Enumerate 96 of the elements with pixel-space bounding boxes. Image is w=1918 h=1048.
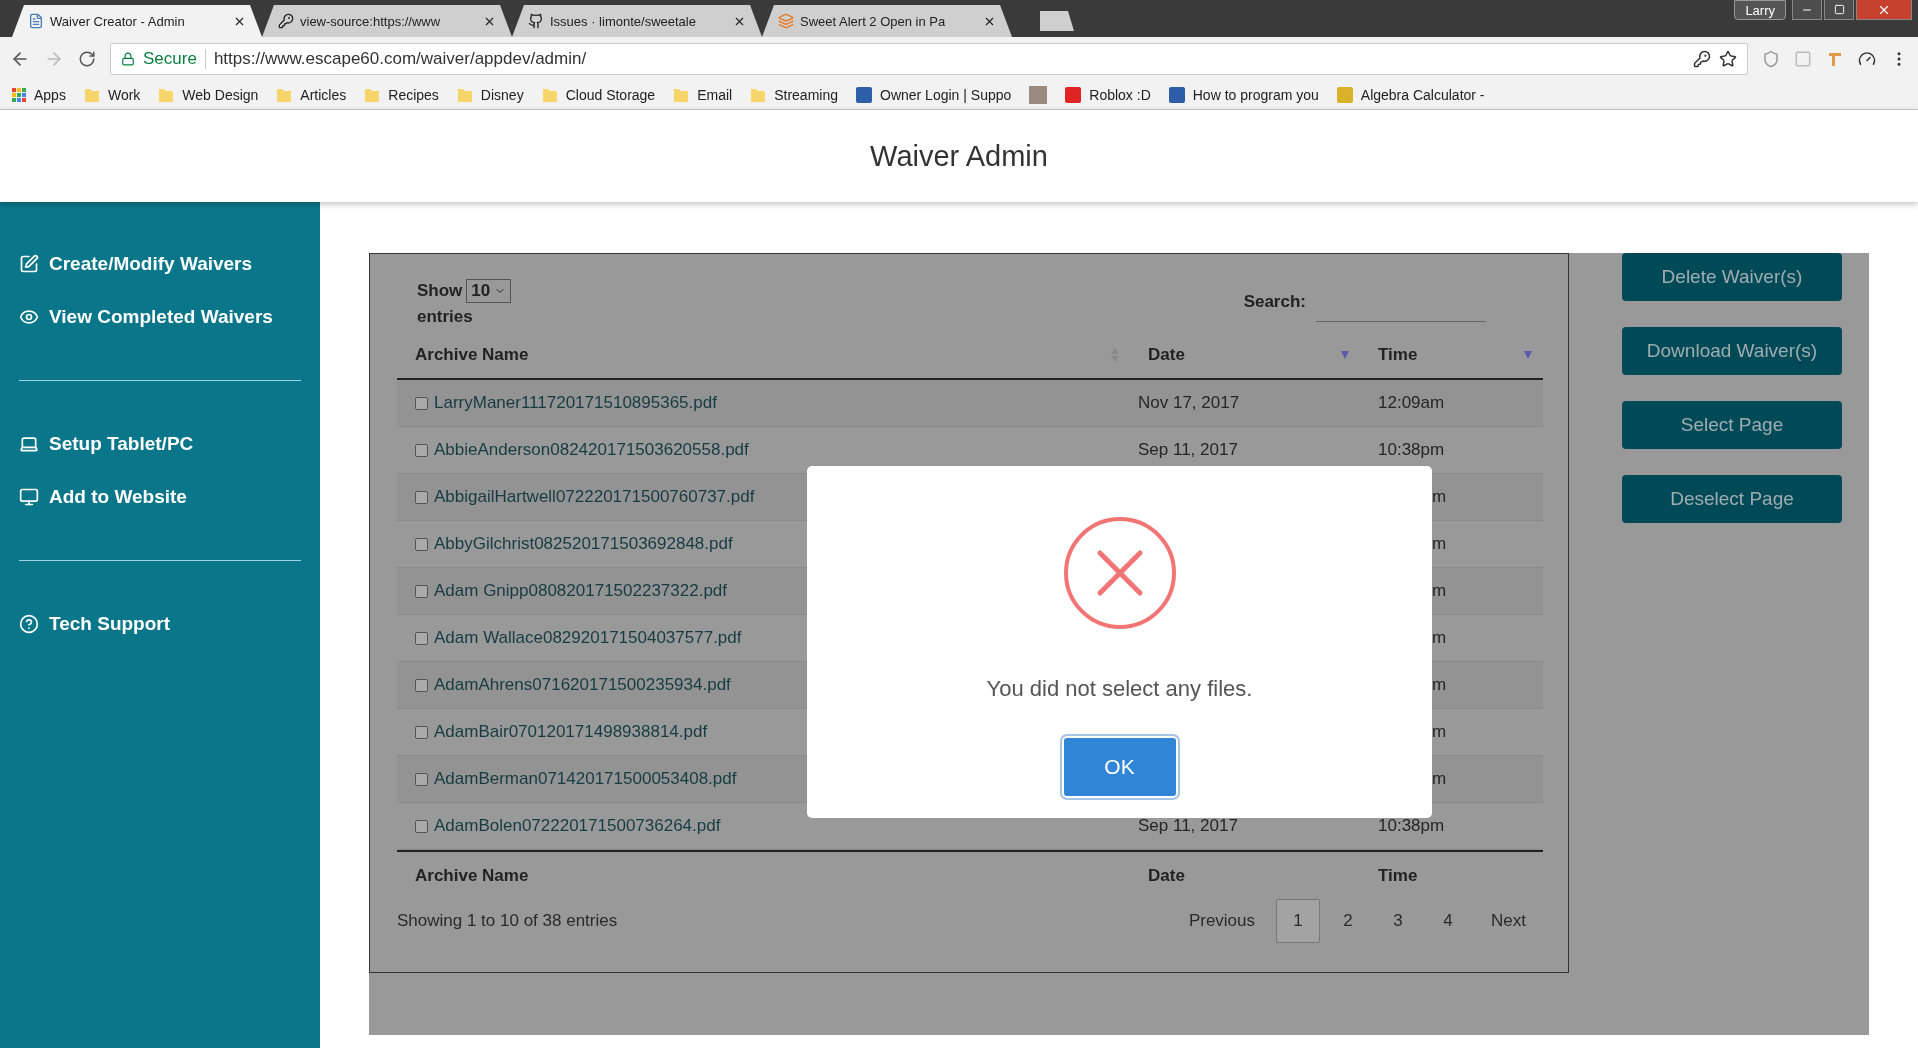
- table-cell: Nov 17, 2017: [1130, 380, 1360, 427]
- browser-tab[interactable]: Issues · limonte/sweetale: [512, 5, 762, 37]
- shield-icon[interactable]: [1762, 49, 1780, 68]
- file-link[interactable]: Adam Gnipp080820171502237322.pdf: [434, 581, 728, 601]
- row-checkbox[interactable]: [415, 819, 428, 833]
- column-footer: Time: [1360, 850, 1543, 899]
- bookmark-item[interactable]: Work: [83, 86, 141, 103]
- browser-tab[interactable]: view-source:https://www: [262, 5, 512, 37]
- row-checkbox[interactable]: [415, 443, 428, 457]
- eye-icon: [19, 307, 39, 327]
- bookmark-item[interactable]: Streaming: [750, 86, 838, 103]
- folder-icon: [541, 86, 558, 103]
- bookmark-item[interactable]: Apps: [12, 86, 66, 103]
- browser-tab[interactable]: Sweet Alert 2 Open in Pa: [762, 5, 1012, 37]
- page-link[interactable]: 4: [1426, 899, 1471, 943]
- file-link[interactable]: AbbyGilchrist082520171503692848.pdf: [434, 534, 733, 554]
- star-icon[interactable]: [1719, 49, 1737, 68]
- bookmark-item[interactable]: Owner Login | Suppo: [856, 86, 1012, 103]
- folder-icon: [750, 86, 767, 103]
- sidebar-link[interactable]: Tech Support: [19, 613, 301, 635]
- extension-icon[interactable]: [1794, 49, 1812, 68]
- bookmark-item[interactable]: Algebra Calculator -: [1336, 86, 1485, 103]
- address-bar[interactable]: Secure https://www.escape60.com/waiver/appdev/admin/: [110, 42, 1748, 75]
- bookmark-item[interactable]: Roblox :D: [1065, 86, 1151, 103]
- document-icon: [28, 13, 44, 29]
- folder-icon: [456, 86, 473, 103]
- sidebar-link[interactable]: View Completed Waivers: [19, 306, 301, 328]
- alert-message: You did not select any files.: [986, 676, 1253, 702]
- page-link[interactable]: 3: [1376, 899, 1421, 943]
- bookmark-item[interactable]: Email: [673, 86, 733, 103]
- row-checkbox[interactable]: [415, 584, 428, 598]
- action-button[interactable]: Delete Waiver(s): [1622, 253, 1842, 301]
- file-link[interactable]: AdamAhrens071620171500235934.pdf: [434, 675, 731, 695]
- lock-icon: [121, 51, 135, 66]
- profile-button[interactable]: Larry: [1734, 0, 1786, 20]
- table-info: Showing 1 to 10 of 38 entries: [397, 911, 618, 931]
- restore-button[interactable]: [1824, 0, 1854, 20]
- key-icon: [278, 13, 294, 29]
- laptop-icon: [19, 434, 39, 454]
- table-cell: 12:09am: [1360, 380, 1543, 427]
- gauge-icon[interactable]: [1858, 49, 1876, 68]
- row-checkbox[interactable]: [415, 725, 428, 739]
- row-checkbox[interactable]: [415, 490, 428, 504]
- page-link[interactable]: 2: [1326, 899, 1371, 943]
- file-link[interactable]: AdamBerman071420171500053408.pdf: [434, 769, 737, 789]
- file-link[interactable]: Adam Wallace082920171504037577.pdf: [434, 628, 742, 648]
- security-label: Secure: [143, 48, 197, 69]
- file-link[interactable]: AbbieAnderson082420171503620558.pdf: [434, 440, 749, 460]
- folder-icon: [158, 86, 175, 103]
- stack-icon: [778, 13, 794, 29]
- action-button[interactable]: Download Waiver(s): [1622, 327, 1842, 375]
- bookmark-item[interactable]: Cloud Storage: [541, 86, 656, 103]
- sidebar-link[interactable]: Create/Modify Waivers: [19, 253, 301, 275]
- show-label: Show: [417, 281, 463, 300]
- error-icon: [1062, 516, 1177, 630]
- restore-icon: [1833, 4, 1845, 15]
- row-checkbox[interactable]: [415, 396, 428, 410]
- folder-icon: [673, 86, 690, 103]
- row-checkbox[interactable]: [415, 678, 428, 692]
- minimize-button[interactable]: [1792, 0, 1822, 20]
- folder-icon: [364, 86, 381, 103]
- action-button[interactable]: Deselect Page: [1622, 475, 1842, 523]
- bookmark-item[interactable]: Recipes: [364, 86, 439, 103]
- bookmark-item[interactable]: Articles: [276, 86, 347, 103]
- reload-icon[interactable]: [78, 49, 96, 68]
- row-checkbox[interactable]: [415, 537, 428, 551]
- row-checkbox[interactable]: [415, 772, 428, 786]
- file-link[interactable]: LarryManer111720171510895365.pdf: [434, 393, 717, 413]
- browser-tab[interactable]: Waiver Creator - Admin: [12, 5, 262, 37]
- help-icon: [19, 614, 39, 634]
- entries-select[interactable]: 10: [466, 279, 512, 303]
- file-link[interactable]: AdamBair070120171498938814.pdf: [434, 722, 708, 742]
- action-button[interactable]: Select Page: [1622, 401, 1842, 449]
- edit-icon: [19, 254, 39, 274]
- url-text: https://www.escape60.com/waiver/appdev/admin/: [213, 48, 588, 69]
- monitor-icon: [19, 487, 39, 507]
- column-footer: Archive Name: [397, 850, 1130, 899]
- photo-placeholder: [1029, 85, 1048, 104]
- apps-grid-icon: [12, 87, 26, 102]
- row-checkbox[interactable]: [415, 631, 428, 645]
- file-link[interactable]: AdamBolen072220171500736264.pdf: [434, 816, 721, 836]
- sidebar-link[interactable]: Add to Website: [19, 486, 301, 508]
- bookmark-item[interactable]: Disney: [456, 86, 524, 103]
- sidebar-link[interactable]: Setup Tablet/PC: [19, 433, 301, 455]
- page-title: Waiver Admin: [870, 139, 1048, 173]
- bookmark-item[interactable]: Web Design: [158, 86, 259, 103]
- entries-label: entries: [417, 307, 473, 326]
- next-link[interactable]: Next: [1476, 899, 1541, 943]
- bookmark-item[interactable]: How to program you: [1168, 86, 1319, 103]
- search-label: Search:: [1243, 291, 1306, 312]
- file-link[interactable]: AbbigailHartwell072220171500760737.pdf: [434, 487, 755, 507]
- key-icon[interactable]: [1693, 49, 1711, 68]
- previous-link[interactable]: Previous: [1173, 899, 1271, 943]
- folder-icon: [83, 86, 100, 103]
- page-link[interactable]: 1: [1276, 899, 1321, 943]
- folder-icon: [276, 86, 293, 103]
